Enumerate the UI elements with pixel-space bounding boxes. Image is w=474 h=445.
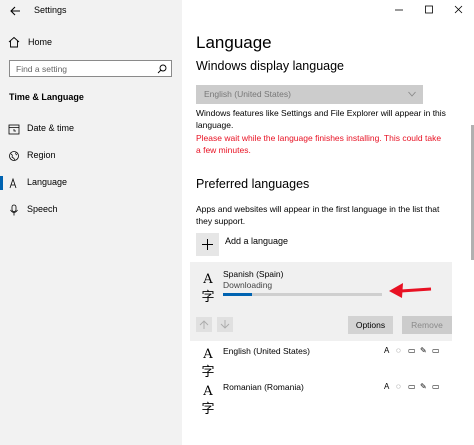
back-arrow-icon[interactable] — [8, 4, 22, 18]
text-to-speech-feature-icon: ▭ — [408, 382, 416, 391]
close-button[interactable] — [444, 0, 474, 20]
search-input[interactable]: Find a setting — [9, 60, 172, 77]
move-down-button[interactable] — [217, 317, 233, 332]
sidebar-item-speech[interactable]: Speech — [0, 201, 182, 219]
app-title: Settings — [34, 5, 67, 15]
active-indicator — [0, 176, 3, 190]
preferred-languages-heading: Preferred languages — [196, 177, 310, 191]
page-title: Language — [196, 33, 272, 52]
download-progress-fill — [223, 293, 252, 296]
language-glyph-icon: A字 — [201, 384, 215, 417]
speech-feature-icon: ◌ — [396, 382, 401, 391]
language-item-selected[interactable]: A字 Spanish (Spain) Downloading Options R… — [190, 262, 452, 341]
home-label: Home — [28, 37, 53, 47]
speech-feature-icon: ◌ — [396, 346, 401, 355]
minimize-button[interactable] — [384, 0, 414, 20]
language-name: Spanish (Spain) — [223, 269, 284, 279]
sidebar-item-label: Date & time — [27, 123, 75, 133]
preferred-languages-description: Apps and websites will appear in the fir… — [196, 204, 440, 226]
language-glyph-icon: A字 — [201, 272, 215, 305]
globe-icon — [9, 151, 19, 161]
titlebar: Settings — [0, 0, 182, 22]
language-features: A ◌ ▭ ✎ ▭ — [384, 383, 440, 391]
clock-icon — [8, 124, 20, 135]
annotation-arrow-icon — [389, 283, 432, 298]
window-controls — [384, 0, 474, 20]
add-language-button[interactable] — [196, 233, 219, 256]
keyboard-feature-icon: ▭ — [432, 382, 440, 391]
chevron-down-icon — [408, 91, 416, 97]
options-button[interactable]: Options — [348, 316, 393, 334]
home-link[interactable]: Home — [0, 34, 182, 52]
display-language-description: Windows features like Settings and File … — [196, 108, 446, 130]
minimize-icon — [395, 9, 403, 11]
arrow-down-icon — [220, 320, 230, 329]
add-language-label[interactable]: Add a language — [225, 236, 288, 246]
handwriting-feature-icon: ✎ — [420, 382, 427, 391]
remove-button[interactable]: Remove — [402, 316, 452, 334]
language-name[interactable]: English (United States) — [223, 346, 310, 356]
close-icon — [454, 5, 463, 14]
display-language-feature-icon: A — [384, 346, 390, 355]
language-glyph-icon: A字 — [201, 347, 215, 380]
arrow-up-icon — [199, 320, 209, 329]
language-features: A ◌ ▭ ✎ ▭ — [384, 347, 440, 355]
home-icon — [8, 36, 20, 48]
maximize-button[interactable] — [414, 0, 444, 20]
display-language-heading: Windows display language — [196, 59, 345, 73]
handwriting-feature-icon: ✎ — [420, 346, 427, 355]
keyboard-feature-icon: ▭ — [432, 346, 440, 355]
display-language-value: English (United States) — [204, 89, 291, 99]
display-language-feature-icon: A — [384, 382, 390, 391]
text-to-speech-feature-icon: ▭ — [408, 346, 416, 355]
sidebar-item-label: Region — [27, 150, 56, 160]
download-progress-bar — [223, 293, 382, 296]
install-warning: Please wait while the language finishes … — [196, 133, 442, 155]
sidebar-item-label: Speech — [27, 204, 58, 214]
display-language-select[interactable]: English (United States) — [196, 85, 423, 104]
sidebar-item-label: Language — [27, 177, 68, 187]
microphone-icon — [10, 204, 18, 216]
sidebar-item-language[interactable]: Language — [0, 174, 182, 192]
main-content: Language Windows display language Englis… — [182, 0, 474, 445]
sidebar-item-region[interactable]: Region — [0, 147, 182, 165]
search-icon[interactable] — [157, 64, 167, 74]
sidebar-item-date-time[interactable]: Date & time — [0, 120, 182, 138]
section-title: Time & Language — [9, 92, 84, 102]
search-placeholder: Find a setting — [16, 64, 68, 74]
maximize-icon — [425, 5, 433, 14]
sidebar: Settings Home Find a setting Time & Lang… — [0, 0, 182, 445]
move-up-button[interactable] — [196, 317, 212, 332]
language-icon — [9, 177, 17, 189]
language-status: Downloading — [223, 280, 273, 290]
language-name[interactable]: Romanian (Romania) — [223, 382, 304, 392]
